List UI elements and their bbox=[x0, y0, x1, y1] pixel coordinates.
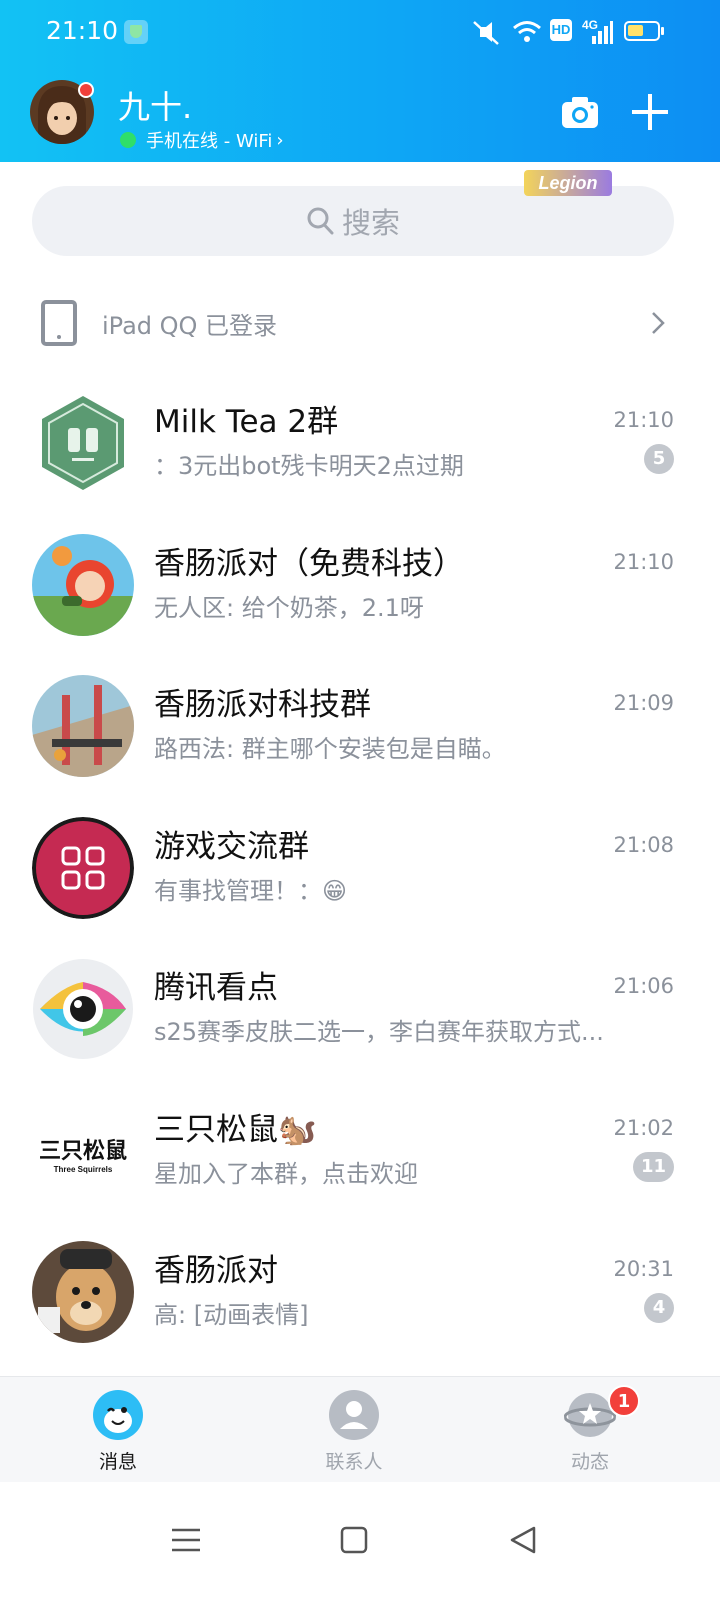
user-nickname[interactable]: 九十. bbox=[118, 82, 192, 128]
chat-preview: 星加入了本群，点击欢迎 bbox=[154, 1159, 418, 1188]
status-time: 21:10 bbox=[46, 16, 119, 45]
status-bar: 21:10 HD 4G bbox=[0, 0, 720, 64]
online-status[interactable]: 手机在线 - WiFi › bbox=[120, 127, 284, 153]
sausage-party-avatar bbox=[32, 533, 134, 636]
menu-icon[interactable] bbox=[166, 1520, 206, 1560]
tab-label: 联系人 bbox=[325, 1451, 383, 1473]
home-icon[interactable] bbox=[334, 1520, 374, 1560]
squirrels-logo: 三只松鼠 Three Squirrels bbox=[39, 1139, 127, 1174]
online-chevron-icon: › bbox=[276, 129, 284, 151]
device-login-notice[interactable]: iPad QQ 已登录 bbox=[0, 286, 720, 360]
online-status-text: 手机在线 - WiFi bbox=[146, 131, 273, 152]
grid-logo-avatar bbox=[32, 816, 134, 919]
feed-badge: 1 bbox=[608, 1385, 640, 1417]
unread-badge: 5 bbox=[644, 444, 674, 474]
chat-avatar bbox=[32, 816, 134, 919]
unread-badge: 11 bbox=[632, 1151, 674, 1182]
chat-row[interactable]: 香肠派对（免费科技） 无人区: 给个奶茶，2.1呀 21:10 bbox=[0, 514, 720, 656]
online-dot-icon bbox=[120, 132, 136, 148]
chat-row[interactable]: 游戏交流群 有事找管理！：😁 21:08 bbox=[0, 797, 720, 939]
chat-avatar bbox=[32, 533, 134, 636]
tab-feed[interactable]: 1 动态 bbox=[520, 1377, 660, 1483]
chat-preview: 高: [动画表情] bbox=[154, 1301, 309, 1329]
chat-row[interactable]: Milk Tea 2群 ：3元出bot残卡明天2点过期 21:10 5 bbox=[0, 372, 720, 514]
chat-preview: ：3元出bot残卡明天2点过期 bbox=[154, 452, 464, 480]
chat-avatar bbox=[32, 1241, 134, 1343]
svg-text:三只松鼠: 三只松鼠 bbox=[39, 1139, 127, 1164]
back-icon[interactable] bbox=[504, 1520, 544, 1560]
chat-title: 三只松鼠🐿️ bbox=[154, 1111, 317, 1148]
chat-list: Milk Tea 2群 ：3元出bot残卡明天2点过期 21:10 5 香肠派对… bbox=[0, 372, 720, 1363]
dog-avatar bbox=[32, 1241, 134, 1343]
signal-icon bbox=[592, 21, 613, 44]
app-header: 21:10 HD 4G 九十. 手机在线 - WiFi › bbox=[0, 0, 720, 162]
chat-preview: 有事找管理！：😁 bbox=[154, 876, 348, 905]
chat-time: 21:09 bbox=[613, 691, 674, 715]
chat-time: 21:10 bbox=[613, 549, 674, 574]
chat-row[interactable]: 三只松鼠 Three Squirrels 三只松鼠🐿️ 星加入了本群，点击欢迎 … bbox=[0, 1080, 720, 1222]
chat-time: 21:08 bbox=[613, 832, 674, 857]
chat-title: 游戏交流群 bbox=[154, 828, 309, 865]
search-bar[interactable]: 搜索 bbox=[32, 186, 674, 256]
battery-level bbox=[628, 25, 643, 36]
shield-icon bbox=[124, 20, 148, 44]
unread-badge: 4 bbox=[644, 1293, 674, 1323]
milk-tea-logo bbox=[42, 396, 124, 490]
tab-label: 动态 bbox=[570, 1451, 609, 1473]
system-nav-bar bbox=[0, 1482, 720, 1600]
eye-logo-avatar bbox=[33, 959, 133, 1059]
tab-label: 消息 bbox=[98, 1451, 137, 1473]
chat-time: 21:06 bbox=[613, 974, 674, 998]
game-scene-avatar bbox=[32, 675, 134, 777]
chat-time: 21:10 bbox=[613, 408, 674, 432]
tablet-icon bbox=[41, 300, 77, 346]
tab-contacts[interactable]: 联系人 bbox=[284, 1377, 424, 1483]
wifi-icon bbox=[513, 21, 541, 42]
search-placeholder: 搜索 bbox=[341, 206, 400, 240]
chat-preview: 路西法: 群主哪个安装包是自瞄。 bbox=[154, 735, 506, 763]
svg-text:Three Squirrels: Three Squirrels bbox=[54, 1165, 113, 1174]
legion-tag-badge: Legion bbox=[524, 170, 612, 196]
qq-penguin-icon bbox=[93, 1390, 143, 1440]
tab-messages[interactable]: 消息 bbox=[48, 1377, 188, 1483]
chat-avatar: 三只松鼠 Three Squirrels bbox=[32, 1099, 134, 1202]
chat-time: 21:02 bbox=[613, 1115, 674, 1140]
chat-title: 香肠派对科技群 bbox=[154, 687, 371, 723]
chat-row[interactable]: 腾讯看点 s25赛季皮肤二选一，李白赛年获取方式... 21:06 bbox=[0, 938, 720, 1080]
chat-preview: 无人区: 给个奶茶，2.1呀 bbox=[154, 593, 424, 622]
chevron-right-icon bbox=[652, 312, 665, 334]
contacts-icon bbox=[329, 1390, 379, 1440]
device-login-text: iPad QQ 已登录 bbox=[102, 312, 278, 340]
chat-avatar bbox=[32, 392, 134, 494]
hd-icon: HD bbox=[550, 19, 572, 41]
chat-title: 腾讯看点 bbox=[154, 970, 278, 1006]
chat-row[interactable]: 香肠派对科技群 路西法: 群主哪个安装包是自瞄。 21:09 bbox=[0, 655, 720, 797]
bottom-tab-bar: 消息 联系人 1 动态 bbox=[0, 1376, 720, 1482]
chat-title: 香肠派对（免费科技） bbox=[154, 545, 464, 582]
battery-icon bbox=[624, 21, 664, 41]
plus-icon[interactable] bbox=[630, 92, 670, 132]
chat-title: 香肠派对 bbox=[154, 1253, 278, 1289]
avatar-status-dot bbox=[78, 82, 94, 98]
camera-icon[interactable] bbox=[560, 92, 600, 132]
chat-preview: s25赛季皮肤二选一，李白赛年获取方式... bbox=[154, 1018, 604, 1046]
mute-icon bbox=[473, 21, 499, 45]
chat-time: 20:31 bbox=[613, 1257, 674, 1281]
search-icon bbox=[307, 207, 334, 235]
chat-avatar bbox=[32, 958, 134, 1060]
chat-title: Milk Tea 2群 bbox=[154, 404, 339, 440]
chat-avatar bbox=[32, 675, 134, 777]
chat-row[interactable]: 香肠派对 高: [动画表情] 20:31 4 bbox=[0, 1221, 720, 1363]
